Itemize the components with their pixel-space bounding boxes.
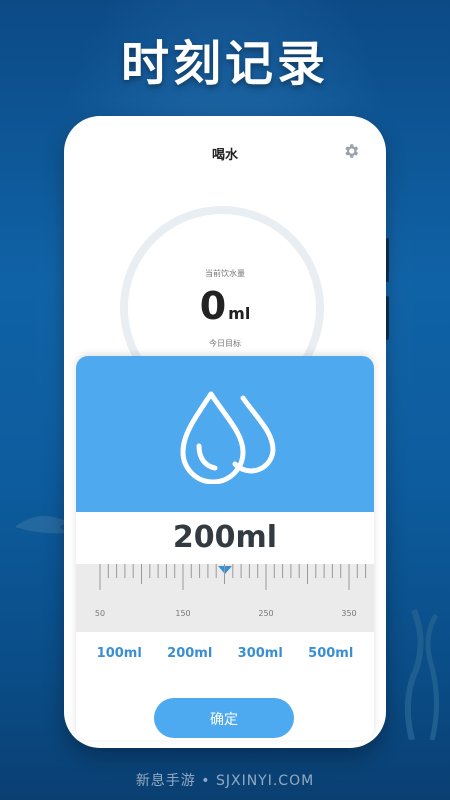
preset-button[interactable]: 300ml [238,646,283,661]
preset-button[interactable]: 500ml [308,646,353,661]
add-water-sheet: 200ml 50 150 250 350 100ml 200ml 300ml 500m… [76,356,374,740]
current-intake-label: 当前饮水量 [205,269,245,278]
headline: 时刻记录 [120,36,329,92]
seaweed-illustration [404,608,439,740]
current-intake-number: 0 [199,284,227,328]
preset-button[interactable]: 200ml [167,646,212,661]
amount-ruler-slider[interactable]: 50 150 250 350 [76,564,374,632]
preset-amounts: 100ml 200ml 300ml 500ml [76,646,374,661]
watermark: 新息手游 • SJXINYI.COM [135,773,315,789]
daily-goal-label: 今日目标 [209,339,241,348]
sheet-header [76,356,374,512]
selected-amount: 200ml [172,520,278,555]
screen-title: 喝水 [211,148,238,163]
preset-button[interactable]: 100ml [97,646,142,661]
ruler-scale: 50 150 250 350 [95,564,367,618]
water-drops-icon [180,391,276,484]
ruler-label: 350 [341,609,356,618]
ruler-label: 150 [175,609,190,618]
ruler-label: 250 [258,609,273,618]
current-intake-unit: ml [228,304,251,323]
current-intake-value: 0 ml [64,284,386,328]
ruler-label: 50 [95,609,105,618]
gear-icon[interactable] [342,142,360,160]
confirm-button[interactable]: 确定 [154,698,294,738]
